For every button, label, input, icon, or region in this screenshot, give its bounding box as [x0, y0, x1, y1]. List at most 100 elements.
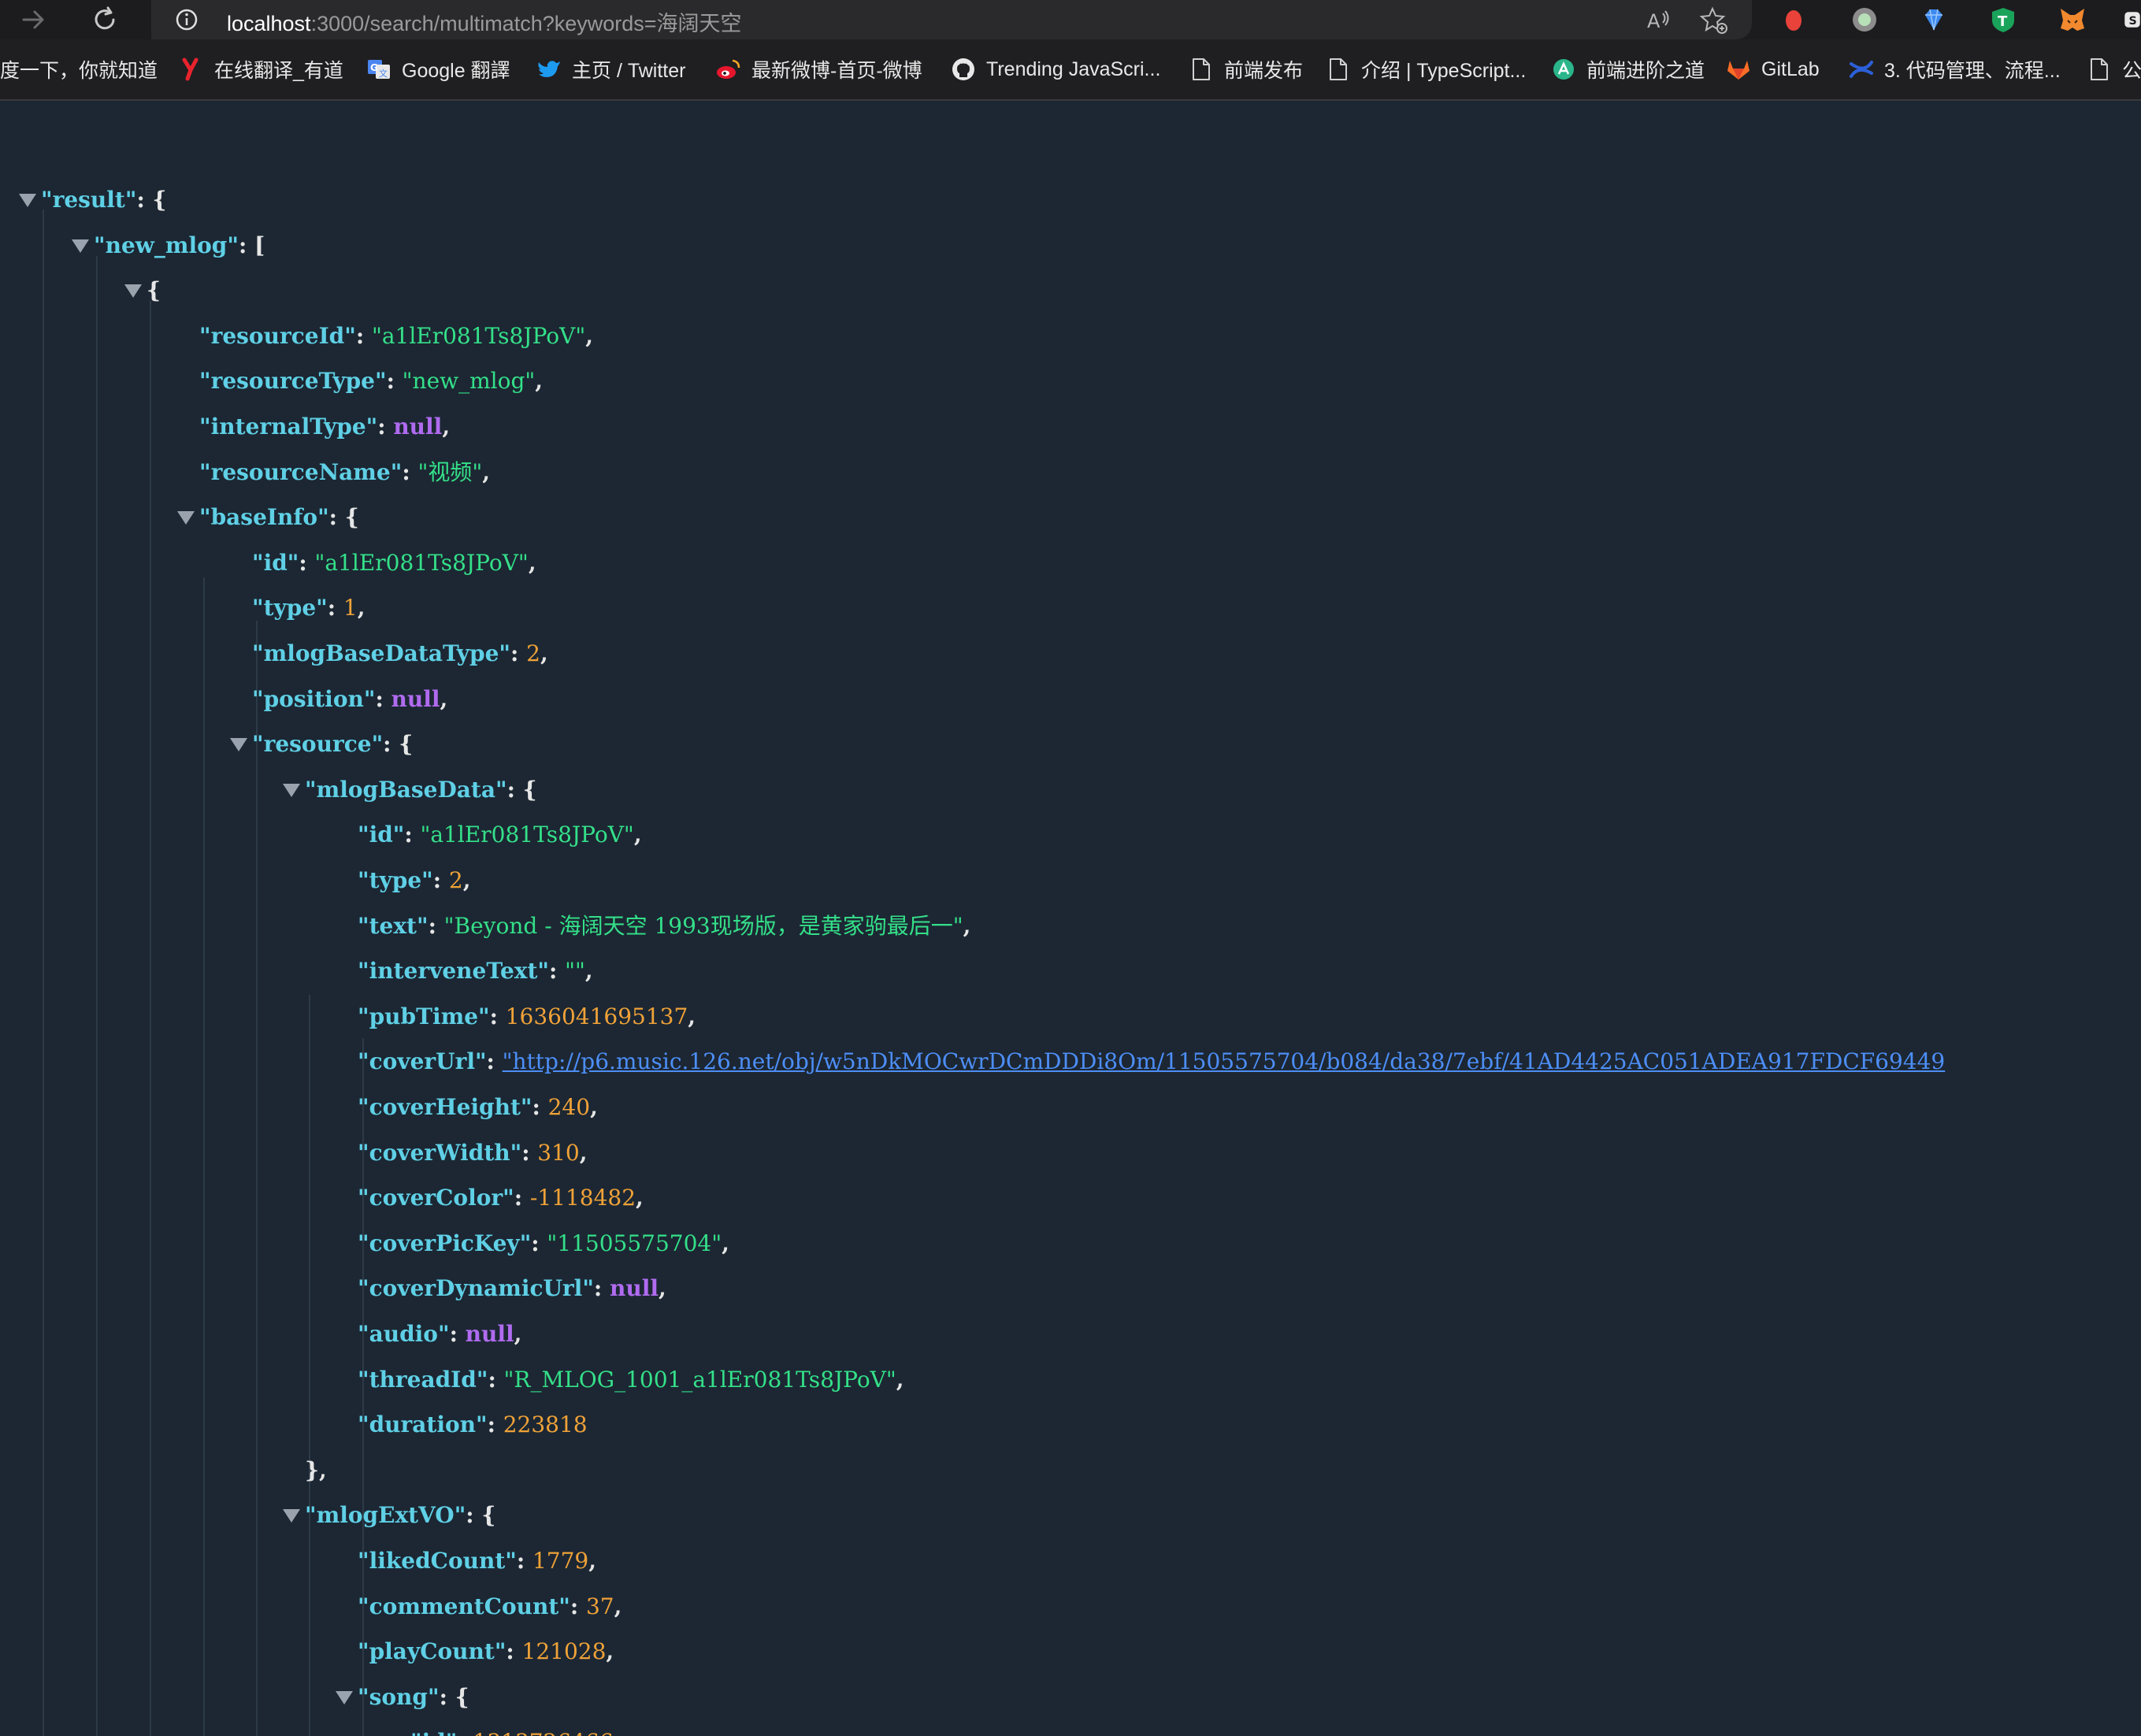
ext-circle-icon[interactable] — [1850, 5, 1879, 35]
bookmark-youdao[interactable]: 在线翻译_有道 — [178, 54, 343, 85]
indent-guide — [43, 210, 44, 1736]
json-punctuation: , — [514, 1321, 522, 1347]
json-number: 310 — [537, 1139, 580, 1166]
json-punctuation: , — [584, 958, 593, 985]
json-punctuation: }, — [305, 1456, 327, 1483]
collapse-toggle-icon[interactable] — [336, 1690, 353, 1704]
json-number: 1 — [343, 595, 358, 621]
json-number: 1779 — [532, 1548, 589, 1574]
json-key: "coverDynamicUrl" — [358, 1275, 594, 1302]
json-line: "mlogBaseDataType": 2, — [252, 636, 548, 671]
reload-icon[interactable] — [88, 3, 121, 36]
json-punctuation: : — [402, 458, 418, 485]
bookmark-baidu[interactable]: 度一下，你就知道 — [0, 54, 158, 85]
json-punctuation: : — [521, 1139, 538, 1166]
page-icon — [1188, 56, 1215, 83]
collapse-toggle-icon[interactable] — [19, 194, 36, 207]
json-punctuation: , — [614, 1729, 622, 1736]
collapse-toggle-icon[interactable] — [72, 239, 89, 253]
json-key: "playCount" — [358, 1638, 506, 1665]
json-punctuation: : — [327, 595, 343, 621]
github-icon — [950, 56, 977, 83]
json-punctuation: : { — [328, 504, 359, 531]
bookmark-label: 在线翻译_有道 — [214, 60, 343, 82]
json-line: "coverUrl": "http://p6.music.126.net/obj… — [358, 1044, 1945, 1079]
bookmark-partial[interactable]: 公 — [2086, 54, 2141, 85]
ext-gem-icon[interactable] — [1919, 5, 1949, 35]
ext-partial-icon[interactable]: S — [2124, 5, 2141, 35]
json-string: "new_mlog" — [402, 368, 536, 395]
json-line: { — [147, 273, 161, 308]
json-punctuation: : — [375, 685, 391, 712]
json-link[interactable]: "http://p6.music.126.net/obj/w5nDkMOCwrD… — [503, 1048, 1946, 1074]
page-icon — [1325, 56, 1352, 83]
json-punctuation: { — [147, 277, 161, 304]
bookmark-label: GitLab — [1761, 57, 1820, 80]
bookmark-typescript[interactable]: 介绍 | TypeScript... — [1325, 54, 1526, 85]
bookmark-label: 介绍 | TypeScript... — [1361, 60, 1527, 82]
json-key: "resource" — [252, 731, 384, 758]
json-key: "song" — [358, 1683, 440, 1710]
json-punctuation: , — [636, 1185, 644, 1211]
json-line: "result": { — [41, 183, 167, 217]
json-key: "coverPicKey" — [358, 1230, 532, 1256]
json-punctuation: : — [510, 640, 527, 666]
json-key: "id" — [358, 822, 405, 848]
json-key: "coverWidth" — [358, 1139, 522, 1166]
json-line: "new_mlog": [ — [94, 228, 265, 263]
metamask-fox-icon[interactable] — [2058, 5, 2087, 35]
read-aloud-icon[interactable]: A — [1645, 6, 1673, 35]
json-punctuation: : — [449, 1321, 466, 1347]
json-string: "视频" — [417, 458, 483, 485]
json-line: "commentCount": 37, — [358, 1589, 622, 1624]
json-number: 2 — [526, 640, 540, 666]
json-line: "text": "Beyond - 海阔天空 1993现场版，是黄家驹最后一", — [358, 909, 970, 944]
forward-icon[interactable] — [17, 3, 50, 36]
json-string: "a1lEr081Ts8JPoV" — [371, 322, 586, 349]
bookmark-label: 前端发布 — [1224, 60, 1304, 82]
json-key: "pubTime" — [358, 1003, 490, 1029]
json-string: "a1lEr081Ts8JPoV" — [314, 549, 529, 576]
bookmark-frontend-release[interactable]: 前端发布 — [1188, 54, 1303, 85]
json-punctuation: : — [355, 322, 372, 349]
site-info-icon[interactable] — [175, 8, 199, 32]
address-bar[interactable]: localhost:3000/search/multimatch?keyword… — [151, 0, 1752, 39]
bookmark-gitlab[interactable]: GitLab — [1725, 54, 1820, 85]
json-key: "coverColor" — [358, 1185, 514, 1211]
indent-guide — [256, 621, 258, 1736]
bookmark-weibo[interactable]: 最新微博-首页-微博 — [715, 54, 922, 85]
json-line: "position": null, — [252, 682, 447, 717]
json-key: "new_mlog" — [94, 232, 239, 258]
collapse-toggle-icon[interactable] — [230, 738, 247, 752]
json-punctuation: , — [659, 1275, 666, 1302]
collapse-toggle-icon[interactable] — [283, 783, 300, 797]
json-punctuation: : — [531, 1230, 547, 1256]
ext-t-icon[interactable]: T — [1988, 5, 2018, 35]
json-key: "likedCount" — [358, 1548, 517, 1574]
collapse-toggle-icon[interactable] — [177, 511, 195, 525]
bookmarks-bar: 度一下，你就知道 在线翻译_有道 G文 Google 翻譯 主页 / Twitt… — [0, 39, 2141, 101]
url-text[interactable]: localhost:3000/search/multimatch?keyword… — [227, 6, 742, 37]
json-punctuation: , — [896, 1366, 904, 1393]
bookmark-google-translate[interactable]: G文 Google 翻譯 — [365, 54, 510, 85]
collapse-toggle-icon[interactable] — [124, 284, 142, 299]
json-line: "baseInfo": { — [199, 500, 359, 535]
json-line: "resourceId": "a1lEr081Ts8JPoV", — [199, 319, 593, 354]
bookmark-label: 最新微博-首页-微博 — [751, 60, 922, 82]
add-favorite-icon[interactable] — [1700, 6, 1728, 35]
collapse-toggle-icon[interactable] — [283, 1509, 300, 1523]
bookmark-frontend-advanced[interactable]: 前端进阶之道 — [1550, 54, 1705, 85]
json-key: "resourceId" — [199, 322, 356, 349]
bookmark-twitter[interactable]: 主页 / Twitter — [536, 54, 685, 85]
bookmark-label: 度一下，你就知道 — [0, 60, 158, 82]
bookmark-label: 前端进阶之道 — [1586, 60, 1705, 82]
json-punctuation: : — [486, 1048, 503, 1075]
twitter-icon — [536, 56, 562, 83]
json-punctuation: : — [386, 368, 403, 395]
bookmark-code-management[interactable]: 3. 代码管理、流程... — [1848, 54, 2061, 85]
json-number: -1118482 — [529, 1185, 636, 1211]
youdao-icon — [178, 56, 205, 83]
ext-red-icon[interactable] — [1779, 5, 1809, 35]
bookmark-github-trending[interactable]: Trending JavaScri... — [950, 54, 1160, 85]
json-punctuation: : — [428, 912, 444, 939]
